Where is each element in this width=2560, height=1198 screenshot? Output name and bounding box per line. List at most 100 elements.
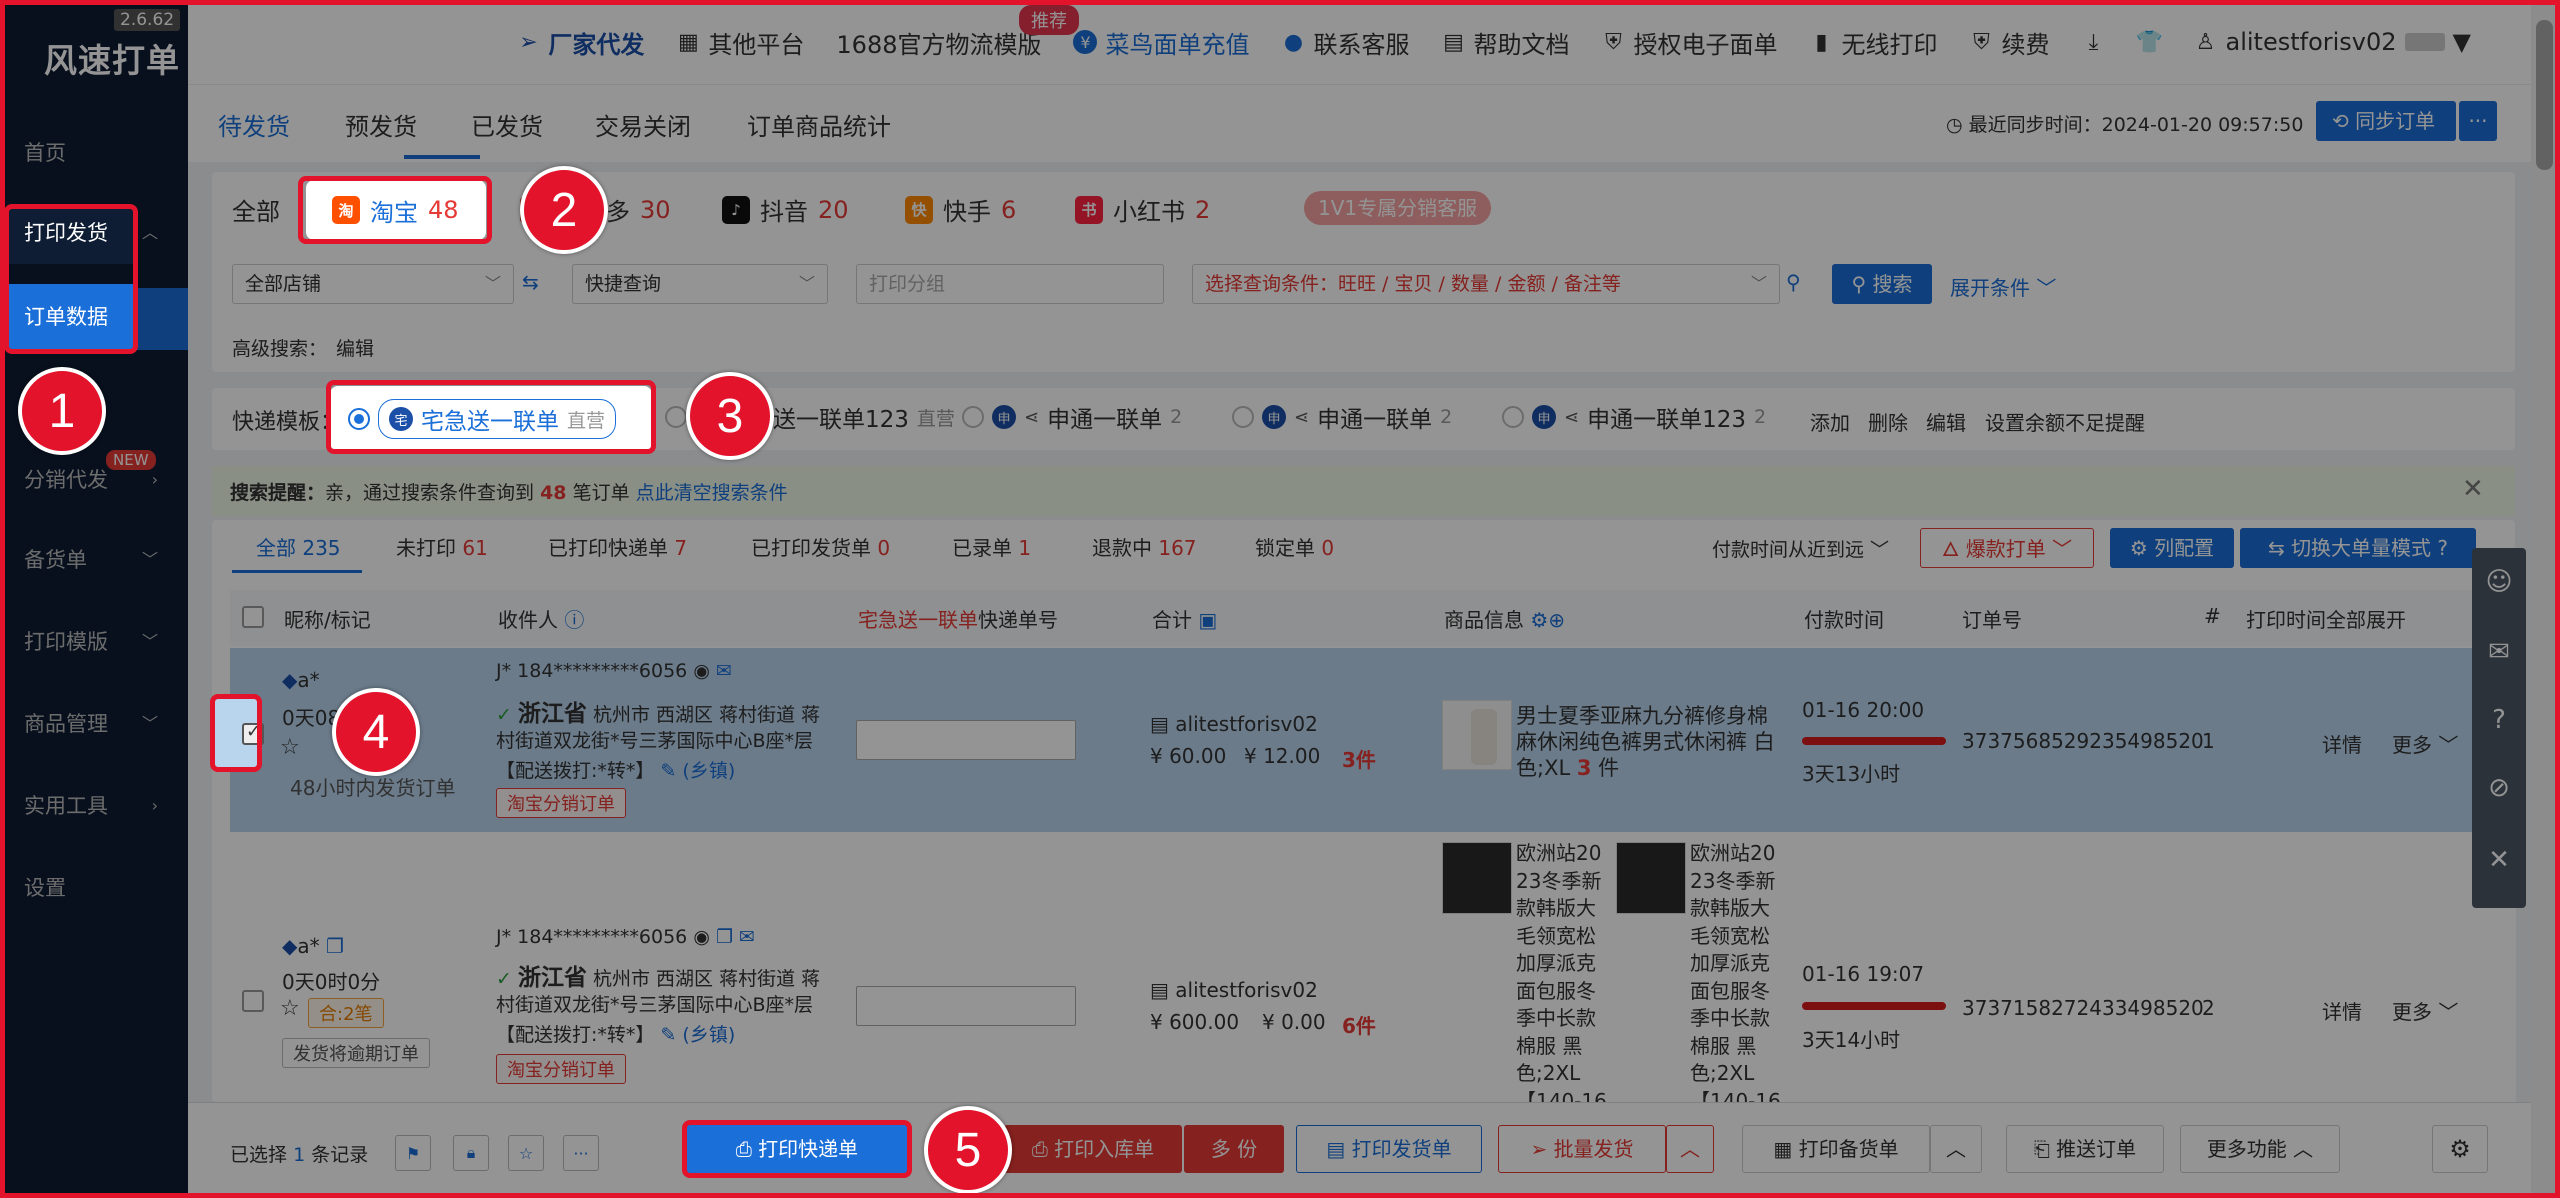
advanced-search-edit[interactable]: 编辑: [336, 334, 374, 361]
detail-link[interactable]: 详情: [2322, 729, 2362, 758]
print-stock-dropdown[interactable]: ︿: [1930, 1125, 1982, 1173]
skin-button[interactable]: 👕: [2136, 30, 2163, 55]
help-icon[interactable]: ?: [2472, 690, 2526, 750]
print-group-input[interactable]: 打印分组: [856, 264, 1164, 304]
radio[interactable]: [1502, 406, 1524, 428]
platform-all[interactable]: 全部: [232, 192, 280, 227]
pin-icon[interactable]: ⚲: [1786, 270, 1801, 294]
sidebar-item-settings[interactable]: 设置: [0, 863, 188, 913]
platform-douyin[interactable]: ♪ 抖音 20: [722, 192, 849, 227]
filter-locked[interactable]: 锁定单 0: [1255, 532, 1334, 561]
print-delivery-button[interactable]: ▤ 打印发货单: [1296, 1125, 1482, 1173]
edit-icon[interactable]: ✎: [660, 760, 676, 782]
logistics-template-link[interactable]: 1688官方物流模版: [836, 25, 1041, 60]
user-menu[interactable]: ♙ alitestforisv02 ▼: [2193, 28, 2471, 56]
copy-icon[interactable]: ❐: [716, 926, 733, 948]
product-image[interactable]: [1442, 700, 1512, 770]
mail-icon[interactable]: ✉: [716, 660, 732, 682]
more-link[interactable]: 更多 ﹀: [2392, 729, 2458, 758]
more-link[interactable]: 更多 ﹀: [2392, 996, 2458, 1025]
filter-printed-delivery[interactable]: 已打印发货单 0: [751, 532, 890, 561]
radio[interactable]: [962, 406, 984, 428]
sidebar-item-home[interactable]: 首页: [0, 128, 188, 178]
star-icon[interactable]: ☆: [280, 735, 300, 760]
sidebar-item-stock[interactable]: 备货单 ﹀: [0, 535, 188, 585]
sync-orders-button[interactable]: ⟲ 同步订单: [2316, 101, 2456, 141]
tab-goods-stats[interactable]: 订单商品统计: [747, 107, 891, 142]
expand-conditions-link[interactable]: 展开条件 ﹀: [1950, 272, 2056, 301]
authorize-link[interactable]: ⛨ 授权电子面单: [1601, 25, 1777, 60]
platform-kuaishou[interactable]: 快快手 6: [905, 192, 1016, 227]
sidebar-item-goods[interactable]: 商品管理 ﹀: [0, 699, 188, 749]
search-condition-select[interactable]: 选择查询条件：旺旺 / 宝贝 / 数量 / 金额 / 备注等 ﹀: [1192, 264, 1780, 304]
scrollbar-thumb[interactable]: [2536, 20, 2553, 170]
lock-button[interactable]: 🔒︎: [453, 1135, 489, 1171]
more-functions-button[interactable]: 更多功能 ︿: [2180, 1125, 2340, 1173]
mail-icon[interactable]: ✉: [2472, 622, 2526, 682]
more-button[interactable]: ···: [563, 1135, 599, 1171]
push-order-button[interactable]: ⎗ 推送订单: [2006, 1125, 2164, 1173]
template-item-sto-1[interactable]: 申 ⋖ 申通一联单 2: [962, 400, 1182, 434]
download-button[interactable]: ⤓: [2081, 30, 2105, 55]
filter-recorded[interactable]: 已录单 1: [952, 532, 1031, 561]
renew-link[interactable]: ⛨ 续费: [1969, 25, 2049, 60]
filter-refunding[interactable]: 退款中 167: [1092, 532, 1197, 561]
edit-icon[interactable]: ✎: [660, 1024, 676, 1046]
wireless-print-link[interactable]: ▮ 无线打印: [1809, 25, 1937, 60]
filter-printed-express[interactable]: 已打印快递单 7: [548, 532, 687, 561]
help-link[interactable]: ▤ 帮助文档: [1441, 25, 1569, 60]
eye-icon[interactable]: ◉: [693, 660, 710, 682]
print-warehouse-button[interactable]: ⎙ 打印入库单: [1004, 1125, 1182, 1173]
mail-icon[interactable]: ✉: [739, 926, 755, 948]
tracking-input[interactable]: [856, 720, 1076, 760]
clear-search-link[interactable]: 点此清空搜索条件: [636, 482, 788, 504]
print-stock-button[interactable]: ▦ 打印备货单: [1742, 1125, 1930, 1173]
batch-ship-dropdown[interactable]: ︿: [1666, 1125, 1714, 1173]
balance-alert-link[interactable]: 设置余额不足提醒: [1985, 407, 2145, 436]
filter-all[interactable]: 全部 235: [256, 532, 341, 561]
factory-link[interactable]: ➢ 厂家代发: [516, 25, 644, 60]
sort-select[interactable]: 付款时间从近到远 ﹀: [1712, 535, 1889, 562]
eye-icon[interactable]: ◉: [693, 926, 710, 948]
tab-preship[interactable]: 预发货: [345, 107, 417, 142]
compass-icon[interactable]: ⊘: [2472, 758, 2526, 818]
copy-icon[interactable]: ❐: [326, 934, 344, 958]
platform-xiaohongshu[interactable]: 书小红书 2: [1075, 192, 1210, 227]
close-icon[interactable]: ✕: [2462, 474, 2484, 504]
sidebar-item-templates[interactable]: 打印模版 ﹀: [0, 617, 188, 667]
tab-closed[interactable]: 交易关闭: [595, 107, 691, 142]
tab-pending[interactable]: 待发货: [218, 107, 290, 142]
robot-icon[interactable]: ☺: [2472, 552, 2526, 612]
switch-mode-button[interactable]: ⇆ 切换大单量模式 ?: [2240, 528, 2476, 568]
service-link[interactable]: ● 联系客服: [1281, 25, 1410, 60]
close-icon[interactable]: ✕: [2472, 830, 2526, 890]
sync-more-button[interactable]: ···: [2459, 101, 2497, 141]
column-config-button[interactable]: ⚙ 列配置: [2110, 528, 2234, 568]
sidebar-item-distribution[interactable]: 分销代发 ›: [0, 455, 188, 505]
product-image[interactable]: [1442, 842, 1512, 914]
template-item-sto-2[interactable]: 申 ⋖ 申通一联单 2: [1232, 400, 1452, 434]
search-button[interactable]: ⚲ 搜索: [1832, 264, 1932, 304]
select-all-checkbox[interactable]: [242, 606, 264, 628]
calendar-icon[interactable]: ▣: [1198, 608, 1217, 632]
other-platform-link[interactable]: ▦ 其他平台: [676, 25, 804, 60]
row-checkbox[interactable]: [242, 990, 264, 1012]
gear-icon[interactable]: ⚙: [1530, 608, 1548, 632]
cainiao-recharge-link[interactable]: ¥ 菜鸟面单充值: [1073, 25, 1249, 60]
batch-ship-button[interactable]: ➢ 批量发货: [1498, 1125, 1666, 1173]
vip-service-button[interactable]: 1V1专属分销客服: [1304, 191, 1492, 225]
template-add-link[interactable]: 添加: [1810, 407, 1850, 436]
radio[interactable]: [1232, 406, 1254, 428]
template-edit-link[interactable]: 编辑: [1926, 407, 1966, 436]
add-icon[interactable]: ⊕: [1548, 608, 1565, 632]
settings-button[interactable]: ⚙: [2432, 1125, 2488, 1173]
copies-button[interactable]: 多 份: [1184, 1125, 1284, 1173]
product-image[interactable]: [1616, 842, 1686, 914]
swap-icon[interactable]: ⇆: [522, 270, 539, 294]
radio[interactable]: [665, 406, 687, 428]
hot-print-button[interactable]: 🜂 爆款打单 ﹀: [1920, 528, 2094, 568]
sidebar-item-tools[interactable]: 实用工具 ›: [0, 781, 188, 831]
star-button[interactable]: ☆: [508, 1135, 544, 1171]
detail-link[interactable]: 详情: [2322, 996, 2362, 1025]
shop-select[interactable]: 全部店铺 ﹀: [232, 264, 514, 304]
